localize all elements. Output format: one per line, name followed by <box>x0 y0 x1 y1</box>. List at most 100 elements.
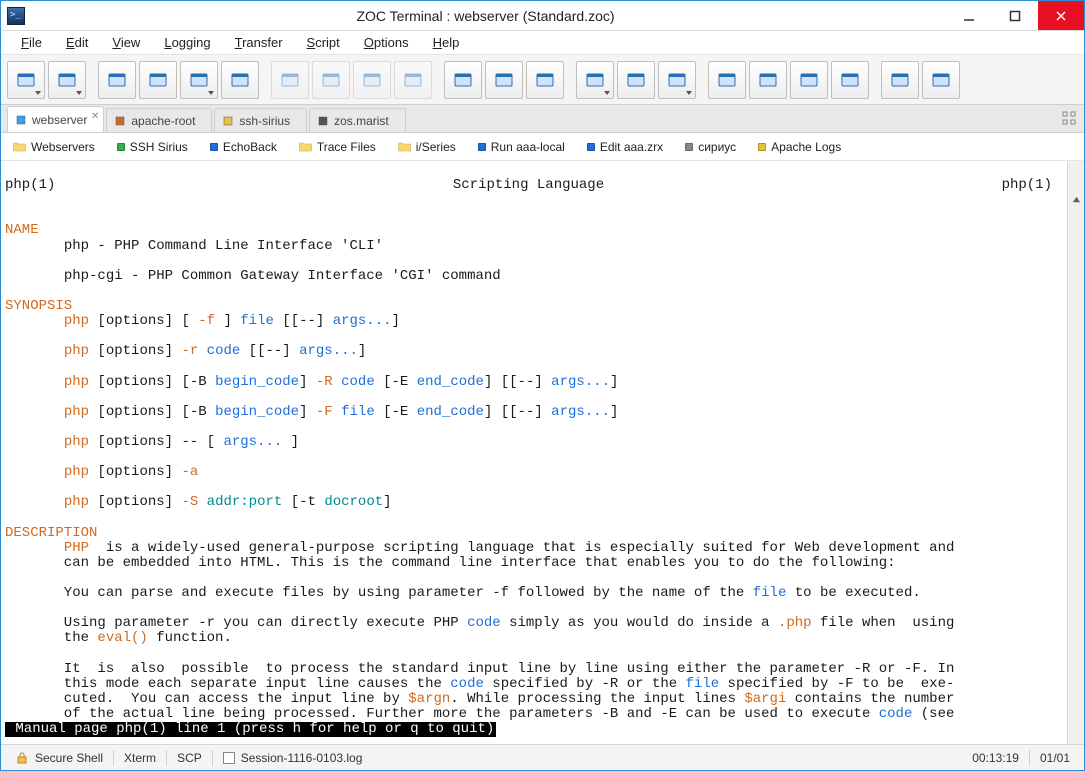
menu-options[interactable]: Options <box>354 32 419 53</box>
tab-label: apache-root <box>131 114 195 128</box>
man-header-center: Scripting Language <box>453 178 604 193</box>
menu-view[interactable]: View <box>102 32 150 53</box>
lock-icon <box>15 751 29 765</box>
tab-label: webserver <box>32 113 87 127</box>
cut-button <box>312 61 350 99</box>
bullet-icon <box>758 143 766 151</box>
bookmark-label: EchoBack <box>223 140 277 154</box>
scroll-up-icon[interactable] <box>1068 191 1084 208</box>
name-line2: php-cgi - PHP Common Gateway Interface '… <box>64 268 501 284</box>
define-button[interactable] <box>526 61 564 99</box>
window-controls <box>946 1 1084 30</box>
copy-button <box>271 61 309 99</box>
tools1-button[interactable] <box>881 61 919 99</box>
bullet-icon <box>685 143 693 151</box>
menu-help[interactable]: Help <box>423 32 470 53</box>
status-position: 01/01 <box>1032 751 1078 765</box>
bookmark-bar: Webservers SSH Sirius EchoBack Trace Files i… <box>1 133 1084 161</box>
menu-transfer[interactable]: Transfer <box>225 32 293 53</box>
bookmark-label: сириус <box>698 140 736 154</box>
run-script-button[interactable] <box>576 61 614 99</box>
profile-button[interactable] <box>790 61 828 99</box>
tab-overview-icon[interactable] <box>1062 111 1076 125</box>
section-description: DESCRIPTION <box>5 525 97 541</box>
text-send-button[interactable] <box>485 61 523 99</box>
app-icon <box>7 7 25 25</box>
bullet-icon <box>117 143 125 151</box>
stop-script-button[interactable] <box>617 61 655 99</box>
bookmark-i-series[interactable]: i/Series <box>398 140 456 154</box>
bookmark-echoback[interactable]: EchoBack <box>210 140 277 154</box>
bookmark-сириус[interactable]: сириус <box>685 140 736 154</box>
status-transfer: SCP <box>169 751 210 765</box>
tab-label: ssh-sirius <box>239 114 290 128</box>
download-button[interactable] <box>444 61 482 99</box>
open-folder-button[interactable] <box>831 61 869 99</box>
edit-script-button[interactable] <box>658 61 696 99</box>
menu-logging[interactable]: Logging <box>154 32 220 53</box>
bookmark-apache-logs[interactable]: Apache Logs <box>758 140 841 154</box>
paste-selection-button <box>394 61 432 99</box>
tab-icon <box>318 116 328 126</box>
bullet-icon <box>478 143 486 151</box>
tab-apache-root[interactable]: apache-root <box>106 108 212 132</box>
bookmark-label: SSH Sirius <box>130 140 188 154</box>
bookmark-ssh-sirius[interactable]: SSH Sirius <box>117 140 188 154</box>
bookmark-trace-files[interactable]: Trace Files <box>299 140 376 154</box>
name-line1: php - PHP Command Line Interface 'CLI' <box>64 238 383 254</box>
bullet-icon <box>210 143 218 151</box>
close-icon[interactable]: ✕ <box>91 111 99 122</box>
tab-icon <box>223 116 233 126</box>
toolbar <box>1 55 1084 105</box>
folder-icon <box>13 141 26 152</box>
bookmark-label: Run aaa-local <box>491 140 565 154</box>
disconnect-button[interactable] <box>139 61 177 99</box>
tab-label: zos.marist <box>334 114 389 128</box>
bookmark-edit-aaa-zrx[interactable]: Edit aaa.zrx <box>587 140 663 154</box>
bookmark-label: Webservers <box>31 140 95 154</box>
minimize-button[interactable] <box>946 1 992 30</box>
menubar: FileEditViewLoggingTransferScriptOptions… <box>1 31 1084 55</box>
tab-ssh-sirius[interactable]: ssh-sirius <box>214 108 307 132</box>
options-button[interactable] <box>749 61 787 99</box>
quickconnect-button[interactable] <box>48 61 86 99</box>
section-synopsis: SYNOPSIS <box>5 298 72 314</box>
scrollbar[interactable] <box>1067 161 1084 744</box>
status-time: 00:13:19 <box>964 751 1027 765</box>
close-button[interactable] <box>1038 1 1084 30</box>
tab-zos-marist[interactable]: zos.marist <box>309 108 406 132</box>
titlebar: ZOC Terminal : webserver (Standard.zoc) <box>1 1 1084 31</box>
clone-button[interactable] <box>221 61 259 99</box>
bookmark-label: Edit aaa.zrx <box>600 140 663 154</box>
bullet-icon <box>587 143 595 151</box>
bookmark-label: Apache Logs <box>771 140 841 154</box>
folder-icon <box>398 141 411 152</box>
tab-icon <box>16 115 26 125</box>
bookmark-label: i/Series <box>416 140 456 154</box>
checkbox-icon[interactable] <box>223 752 235 764</box>
menu-file[interactable]: File <box>11 32 52 53</box>
bookmark-run-aaa-local[interactable]: Run aaa-local <box>478 140 565 154</box>
tools2-button[interactable] <box>922 61 960 99</box>
status-log[interactable]: Session-1116-0103.log <box>215 751 371 765</box>
menu-script[interactable]: Script <box>297 32 350 53</box>
tab-webserver[interactable]: webserver ✕ <box>7 106 104 132</box>
status-connection: Secure Shell <box>7 751 111 765</box>
new-connection-button[interactable] <box>98 61 136 99</box>
section-name: NAME <box>5 222 39 238</box>
bookmark-label: Trace Files <box>317 140 376 154</box>
keyboard-button[interactable] <box>708 61 746 99</box>
statusbar: Secure Shell Xterm SCP Session-1116-0103… <box>1 744 1084 770</box>
reconnect-button[interactable] <box>180 61 218 99</box>
status-emulation: Xterm <box>116 751 164 765</box>
maximize-button[interactable] <box>992 1 1038 30</box>
menu-edit[interactable]: Edit <box>56 32 98 53</box>
paste-button <box>353 61 391 99</box>
window-title: ZOC Terminal : webserver (Standard.zoc) <box>25 8 946 24</box>
man-status-line: Manual page php(1) line 1 (press h for h… <box>5 722 496 737</box>
terminal-view[interactable]: php(1)Scripting Languagephp(1) NAME php … <box>1 161 1084 744</box>
folder-icon <box>299 141 312 152</box>
bookmark-webservers[interactable]: Webservers <box>13 140 95 154</box>
hostdir-button[interactable] <box>7 61 45 99</box>
man-header-left: php(1) <box>5 178 55 193</box>
